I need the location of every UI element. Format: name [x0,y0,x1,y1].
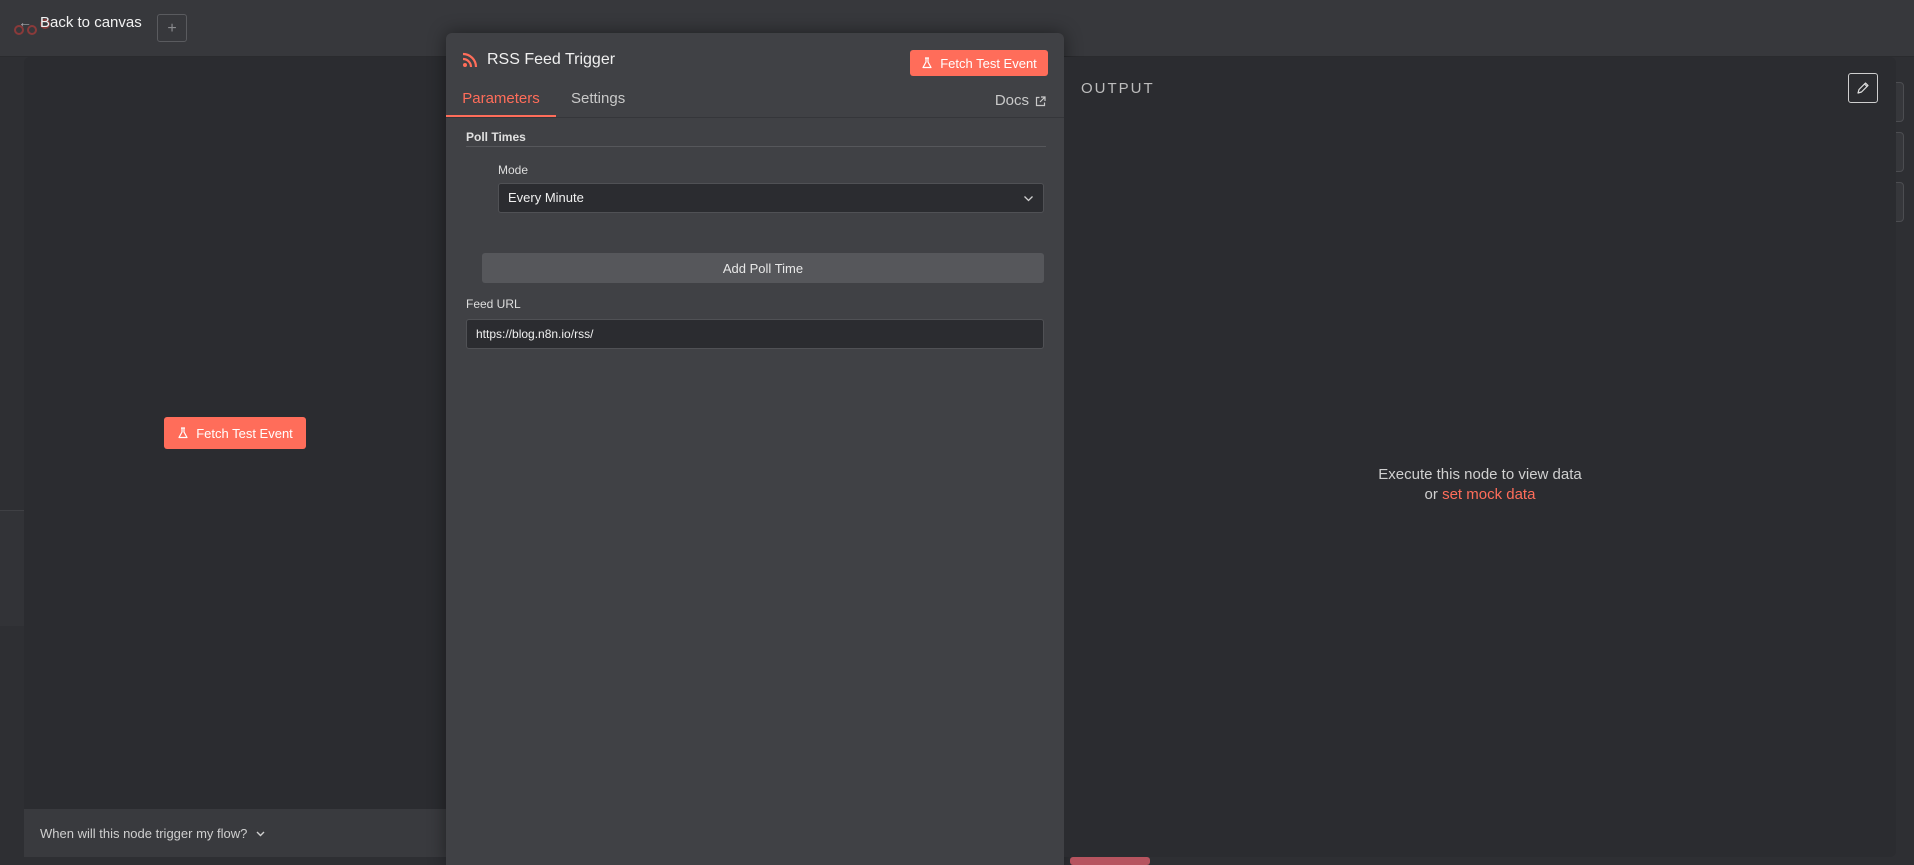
chevron-down-icon [1024,196,1033,202]
output-empty-state: Execute this node to view data or set mo… [1064,465,1896,505]
arrow-left-icon: ← [18,14,32,30]
flask-icon [922,57,932,69]
output-empty-line2: or set mock data [1064,485,1896,505]
mode-label: Mode [498,163,529,177]
header-fetch-test-event-button[interactable]: Fetch Test Event [910,50,1048,76]
header-fetch-label: Fetch Test Event [940,55,1037,71]
section-divider [466,146,1046,147]
feed-url-input[interactable] [466,319,1044,349]
mode-select[interactable]: Every Minute [498,183,1044,213]
mode-select-value: Every Minute [508,190,584,205]
edit-output-button[interactable] [1848,73,1878,103]
node-title: RSS Feed Trigger [462,51,615,69]
trigger-info-toggle[interactable]: When will this node trigger my flow? [24,809,448,857]
feed-url-label: Feed URL [466,297,521,311]
set-mock-data-link[interactable]: set mock data [1442,486,1535,503]
fetch-test-event-button[interactable]: Fetch Test Event [164,417,306,449]
flask-icon [178,427,188,439]
output-panel: OUTPUT Execute this node to view data or… [1064,57,1896,857]
tab-settings[interactable]: Settings [571,85,625,117]
external-link-icon [1035,95,1046,106]
node-tabs: Parameters Settings Docs [446,85,1064,118]
node-settings-panel: RSS Feed Trigger Fetch Test Event Parame… [446,33,1064,865]
canvas-bottom-strip [1070,857,1150,865]
pencil-icon [1857,82,1869,94]
poll-times-label: Poll Times [466,130,526,144]
back-to-canvas-link[interactable]: ← Back to canvas [18,12,142,32]
docs-link[interactable]: Docs [995,85,1046,117]
output-empty-line1: Execute this node to view data [1378,466,1582,483]
canvas-sticky-note [0,510,24,626]
rss-icon [462,52,478,68]
output-title: OUTPUT [1081,80,1155,97]
add-poll-time-button[interactable]: Add Poll Time [482,253,1044,283]
tab-parameters[interactable]: Parameters [446,85,556,117]
node-header: RSS Feed Trigger Fetch Test Event [446,33,1064,85]
fetch-test-event-label: Fetch Test Event [196,425,293,441]
back-to-canvas-label: Back to canvas [40,13,142,31]
output-empty-or: or [1424,486,1438,503]
docs-label: Docs [994,92,1029,109]
node-title-text: RSS Feed Trigger [487,51,616,68]
chevron-down-icon [256,831,265,836]
add-workflow-tab-button[interactable]: + [157,14,187,42]
input-panel: Fetch Test Event When will this node tri… [24,57,448,857]
trigger-question: When will this node trigger my flow? [40,825,248,841]
